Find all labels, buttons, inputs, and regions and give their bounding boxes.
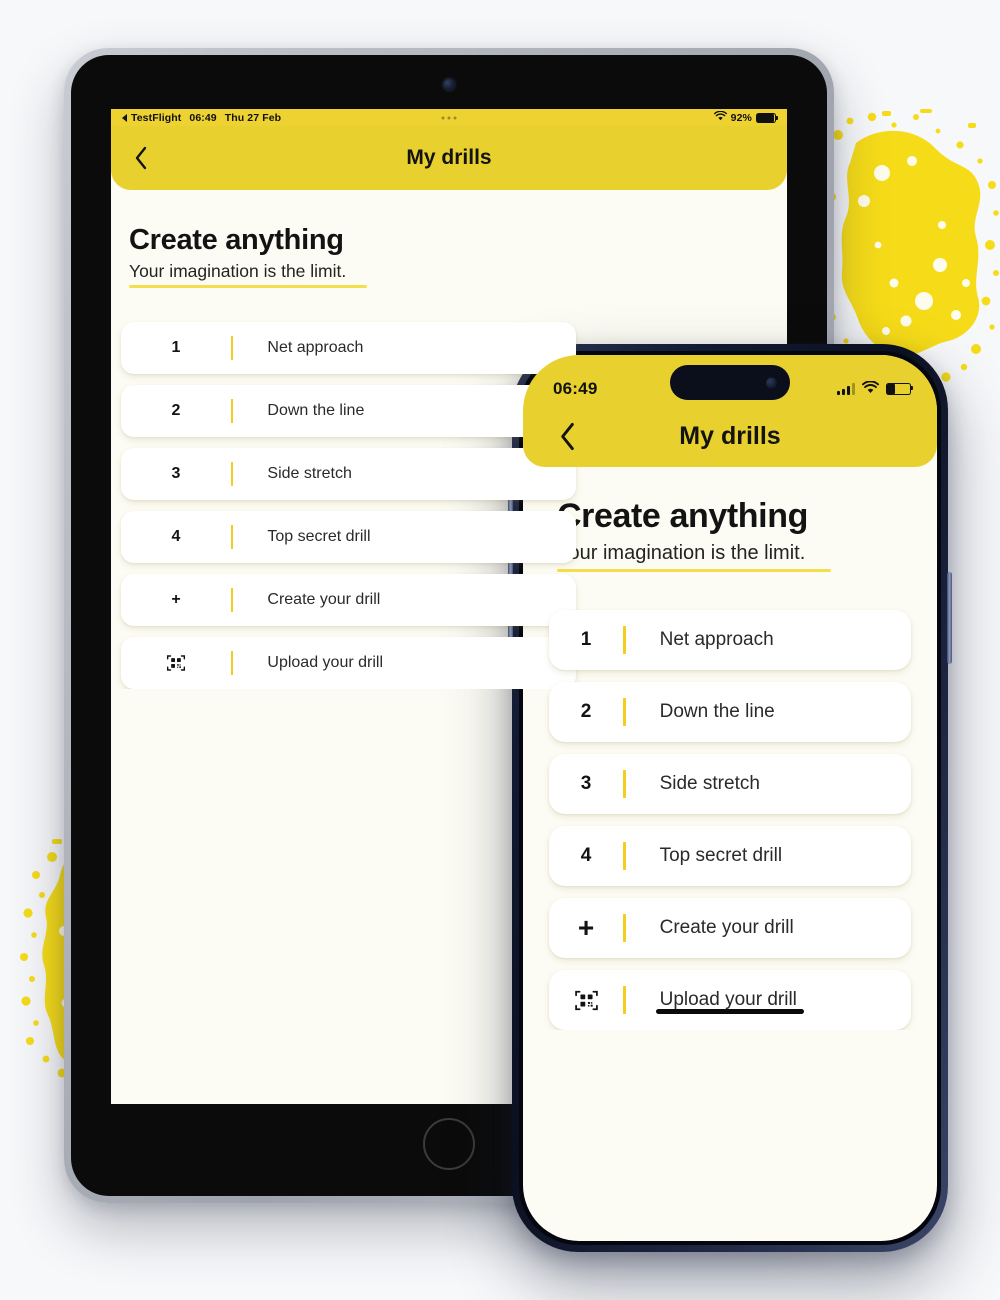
row-number: 2	[171, 402, 181, 419]
row-label: Down the line	[267, 402, 365, 419]
status-date: Thu 27 Feb	[224, 111, 282, 124]
row-divider	[623, 842, 626, 870]
row-number: 4	[171, 528, 181, 545]
qr-code-icon	[549, 988, 623, 1013]
row-divider	[623, 770, 626, 798]
row-divider	[623, 914, 626, 942]
home-button-icon[interactable]	[423, 1118, 475, 1170]
row-label: Down the line	[659, 701, 775, 722]
phone-navbar: My drills	[523, 405, 937, 467]
phone-drill-list: 1 Net approach 2 Down the line 3 Side st…	[523, 610, 937, 1030]
list-item[interactable]: 3 Side stretch	[121, 448, 576, 500]
row-label: Top secret drill	[267, 528, 371, 545]
row-label: Create your drill	[267, 591, 381, 608]
three-dots-icon	[441, 116, 457, 119]
row-divider	[623, 626, 626, 654]
status-right-group	[837, 379, 914, 399]
screenshot-stage: TestFlight 06:49 Thu 27 Feb 92% My drill…	[0, 0, 1000, 1300]
list-item[interactable]: 4 Top secret drill	[549, 826, 911, 886]
wifi-icon	[713, 110, 727, 124]
tablet-status-bar: TestFlight 06:49 Thu 27 Feb 92%	[111, 109, 787, 126]
power-button[interactable]	[947, 572, 952, 664]
list-item[interactable]: 1 Net approach	[549, 610, 911, 670]
upload-drill-item[interactable]: Upload your drill	[121, 637, 576, 689]
qr-code-icon	[121, 653, 231, 673]
create-drill-item[interactable]: + Create your drill	[549, 898, 911, 958]
home-indicator[interactable]	[656, 1008, 804, 1014]
front-camera-icon	[443, 79, 455, 90]
section-subheading: Your imagination is the limit.	[129, 261, 347, 281]
back-button[interactable]	[125, 142, 157, 174]
battery-low-icon	[886, 382, 914, 396]
back-app-label[interactable]: TestFlight	[131, 112, 181, 124]
section-heading: Create anything	[129, 224, 344, 256]
row-number: 3	[580, 773, 592, 794]
back-triangle-icon	[122, 113, 127, 122]
list-item[interactable]: 2 Down the line	[121, 385, 576, 437]
row-label: Side stretch	[659, 773, 760, 794]
row-divider	[623, 986, 626, 1014]
dynamic-island[interactable]	[670, 365, 790, 400]
page-title: My drills	[406, 146, 492, 169]
wifi-icon	[862, 379, 879, 399]
row-divider	[623, 698, 626, 726]
create-drill-item[interactable]: + Create your drill	[121, 574, 576, 626]
back-button[interactable]	[549, 418, 585, 454]
row-label: Top secret drill	[659, 845, 783, 866]
section-subheading-wrap: Your imagination is the limit.	[129, 261, 787, 288]
row-number: 3	[171, 465, 181, 482]
status-left-group: TestFlight 06:49 Thu 27 Feb	[122, 112, 281, 124]
status-right-group: 92%	[713, 110, 779, 124]
subheading-underline	[129, 285, 367, 288]
tablet-navbar: My drills	[111, 126, 787, 190]
row-number: 1	[171, 339, 181, 356]
list-item[interactable]: 1 Net approach	[121, 322, 576, 374]
row-number: 2	[580, 701, 592, 722]
row-divider	[231, 588, 234, 612]
row-divider	[231, 336, 234, 360]
battery-icon	[756, 112, 779, 123]
row-divider	[231, 399, 234, 423]
page-title: My drills	[679, 421, 781, 450]
row-divider	[231, 525, 234, 549]
row-label: Net approach	[659, 629, 774, 650]
plus-icon: +	[171, 591, 181, 608]
cellular-signal-icon	[837, 383, 855, 395]
battery-percent-label: 92%	[730, 111, 752, 124]
list-item[interactable]: 4 Top secret drill	[121, 511, 576, 563]
list-item[interactable]: 3 Side stretch	[549, 754, 911, 814]
status-time: 06:49	[553, 379, 598, 398]
upload-drill-item[interactable]: Upload your drill	[549, 970, 911, 1030]
row-divider	[231, 651, 234, 675]
plus-icon: +	[577, 912, 595, 943]
status-time: 06:49	[189, 111, 217, 124]
row-divider	[231, 462, 234, 486]
row-number: 4	[580, 845, 592, 866]
row-label: Create your drill	[659, 917, 794, 938]
list-item[interactable]: 2 Down the line	[549, 682, 911, 742]
row-label: Upload your drill	[267, 654, 383, 671]
row-label: Net approach	[267, 339, 364, 356]
row-label: Side stretch	[267, 465, 352, 482]
row-number: 1	[580, 629, 592, 650]
